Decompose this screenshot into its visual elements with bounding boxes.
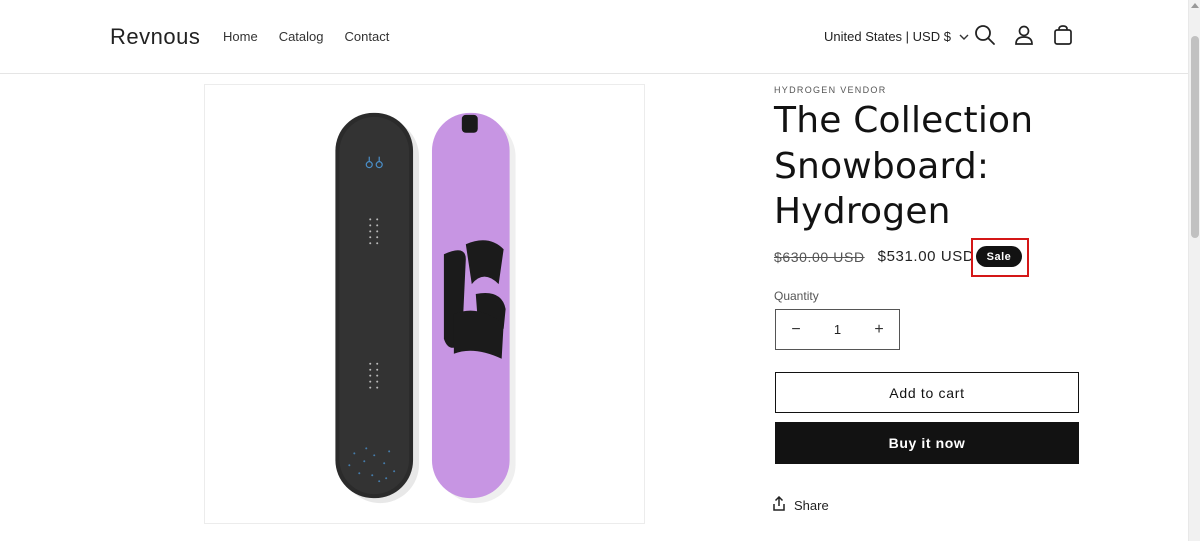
regular-price: $630.00 USD (774, 248, 865, 265)
share-button[interactable]: Share (772, 495, 829, 515)
country-selector[interactable]: United States | USD $ (824, 29, 969, 44)
plus-icon[interactable]: + (859, 321, 899, 339)
snowboard-illustration (335, 112, 516, 504)
minus-icon[interactable]: − (776, 321, 816, 339)
sale-price: $531.00 USD (877, 248, 975, 265)
nav-home[interactable]: Home (223, 29, 258, 44)
product-vendor: HYDROGEN VENDOR (774, 85, 887, 95)
scrollbar-thumb[interactable] (1191, 36, 1199, 238)
sale-badge: Sale (976, 246, 1022, 267)
store-logo[interactable]: Revnous (110, 24, 200, 50)
product-image[interactable] (204, 84, 645, 524)
product-title: The Collection Snowboard: Hydrogen (774, 100, 1034, 232)
quantity-input[interactable]: 1 (816, 322, 859, 337)
quantity-stepper: − 1 + (775, 309, 900, 350)
page-scrollbar[interactable] (1188, 0, 1200, 541)
search-icon[interactable] (974, 24, 998, 48)
country-label: United States | USD $ (824, 29, 951, 44)
site-header: Revnous Home Catalog Contact United Stat… (0, 0, 1188, 74)
share-icon (772, 495, 786, 515)
add-to-cart-button[interactable]: Add to cart (775, 372, 1079, 413)
account-icon[interactable] (1013, 24, 1037, 48)
price-row: $630.00 USD $531.00 USD (774, 248, 974, 265)
quantity-label: Quantity (774, 289, 819, 303)
nav-contact[interactable]: Contact (345, 29, 390, 44)
buy-now-button[interactable]: Buy it now (775, 422, 1079, 464)
nav-catalog[interactable]: Catalog (279, 29, 324, 44)
share-label: Share (794, 498, 829, 513)
main-nav: Home Catalog Contact (223, 29, 389, 44)
chevron-down-icon (959, 29, 969, 44)
scroll-up-arrow[interactable] (1191, 3, 1199, 8)
cart-icon[interactable] (1052, 24, 1076, 48)
